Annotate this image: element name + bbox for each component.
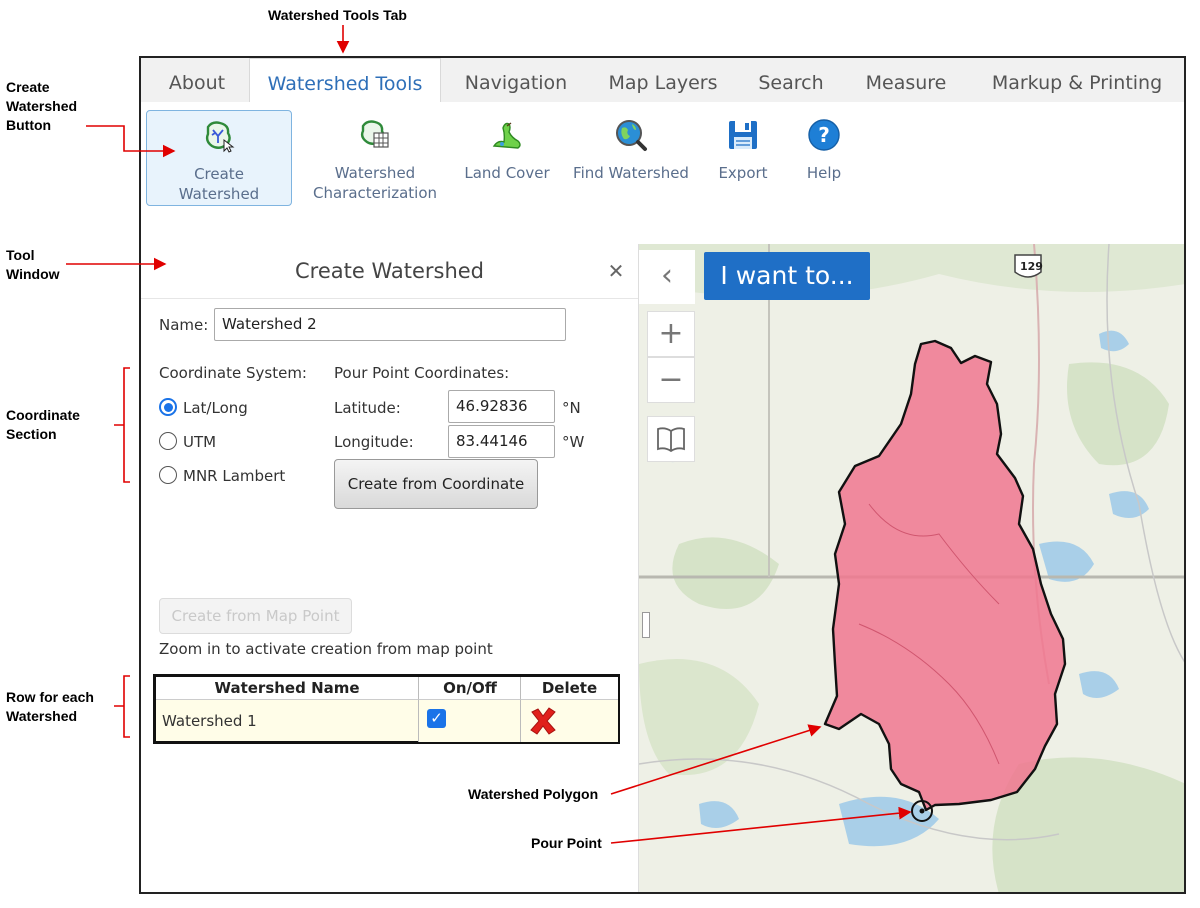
land-cover-label: Land Cover	[464, 164, 550, 182]
name-field[interactable]: Watershed 2	[214, 308, 566, 341]
help-icon: ?	[808, 119, 840, 151]
watershed-table: Watershed Name On/Off Delete Watershed 1…	[153, 674, 620, 744]
globe-search-icon	[616, 120, 647, 151]
callout-coord-line1: Coordinate	[6, 407, 80, 423]
tool-ribbon: Create Watershed Watershed Characterizat…	[141, 102, 1184, 245]
create-watershed-icon	[205, 121, 235, 153]
pour-point-label: Pour Point Coordinates:	[334, 364, 510, 382]
name-label: Name:	[159, 316, 209, 334]
callout-pour-point: Pour Point	[531, 835, 602, 851]
callout-polygon: Watershed Polygon	[468, 786, 599, 802]
close-icon[interactable]: ✕	[603, 256, 629, 286]
onoff-cell: ✓	[418, 699, 521, 742]
callout-create-button: Create Watershed Button	[6, 78, 77, 135]
callout-row-line2: Watershed	[6, 708, 78, 724]
resize-handle[interactable]	[642, 612, 650, 638]
create-from-coordinate-button[interactable]: Create from Coordinate	[334, 459, 538, 509]
zoom-in-button[interactable]: +	[647, 311, 695, 357]
app-frame: About Watershed Tools Navigation Map Lay…	[139, 56, 1186, 894]
radio-lat-long[interactable]	[159, 398, 177, 416]
callout-tool-line1: Tool	[6, 247, 35, 263]
radio-lat-long-label: Lat/Long	[183, 399, 248, 417]
save-icon	[729, 121, 757, 149]
longitude-field[interactable]: 83.44146	[448, 425, 555, 458]
callout-row-line1: Row for each	[6, 689, 94, 705]
create-watershed-button[interactable]: Create Watershed	[146, 110, 292, 206]
highway-shield-label: 129	[1020, 260, 1043, 273]
plus-icon: +	[658, 316, 684, 351]
bookmarks-button[interactable]	[647, 416, 695, 462]
create-watershed-line1: Create	[194, 165, 244, 183]
coordinate-system-label: Coordinate System:	[159, 364, 307, 382]
help-button[interactable]: ? Help	[791, 110, 857, 206]
characterization-icon	[360, 120, 389, 148]
col-header-onoff: On/Off	[418, 677, 521, 699]
delete-cell	[520, 699, 618, 742]
collapse-panel-button[interactable]: ‹	[639, 250, 695, 304]
callout-create-line2: Watershed	[6, 98, 78, 114]
help-label: Help	[806, 164, 842, 182]
tab-measure[interactable]: Measure	[853, 58, 959, 102]
callout-coord-line2: Section	[6, 426, 57, 442]
longitude-unit: °W	[562, 433, 585, 451]
tool-window-title: Create Watershed	[141, 244, 638, 299]
latitude-label: Latitude:	[334, 399, 401, 417]
tab-watershed-tools[interactable]: Watershed Tools	[249, 58, 441, 103]
radio-mnr-lambert-label: MNR Lambert	[183, 467, 286, 485]
create-from-map-point-button[interactable]: Create from Map Point	[159, 598, 352, 634]
i-want-to-button[interactable]: I want to...	[704, 252, 870, 300]
longitude-label: Longitude:	[334, 433, 414, 451]
export-button[interactable]: Export	[707, 110, 779, 206]
checkbox-on[interactable]: ✓	[427, 709, 446, 728]
callout-coordinate: Coordinate Section	[6, 406, 80, 444]
callout-row: Row for each Watershed	[6, 688, 94, 726]
callout-create-line3: Button	[6, 117, 52, 133]
radio-utm[interactable]	[159, 432, 177, 450]
zoom-out-button[interactable]: −	[647, 357, 695, 403]
land-cover-button[interactable]: Land Cover	[459, 110, 555, 206]
tab-search[interactable]: Search	[747, 58, 835, 102]
chevron-left-icon: ‹	[661, 258, 673, 293]
export-label: Export	[718, 164, 768, 182]
callout-tool-window: Tool Window	[6, 246, 60, 284]
tab-navigation[interactable]: Navigation	[447, 58, 585, 102]
radio-mnr-lambert[interactable]	[159, 466, 177, 484]
characterization-line2: Characterization	[312, 184, 438, 202]
callout-tabs: Watershed Tools Tab	[268, 7, 407, 23]
latitude-field[interactable]: 46.92836	[448, 390, 555, 423]
delete-icon[interactable]	[528, 706, 558, 736]
basemap	[639, 244, 1184, 892]
map-view[interactable]: 129 ‹ I want to... + −	[639, 244, 1184, 892]
tab-markup-printing[interactable]: Markup & Printing	[977, 58, 1177, 102]
find-watershed-button[interactable]: Find Watershed	[569, 110, 693, 206]
find-watershed-label: Find Watershed	[573, 164, 689, 182]
minus-icon: −	[658, 362, 684, 397]
callout-tool-line2: Window	[6, 266, 60, 282]
tab-map-layers[interactable]: Map Layers	[593, 58, 733, 102]
svg-text:?: ?	[818, 123, 830, 147]
watershed-name-cell: Watershed 1	[156, 699, 418, 741]
create-watershed-line2: Watershed	[178, 185, 260, 203]
radio-utm-label: UTM	[183, 433, 217, 451]
callout-create-line1: Create	[6, 79, 50, 95]
col-header-name: Watershed Name	[156, 677, 418, 699]
zoom-hint: Zoom in to activate creation from map po…	[159, 640, 493, 658]
latitude-unit: °N	[562, 399, 581, 417]
watershed-characterization-button[interactable]: Watershed Characterization	[305, 110, 445, 206]
characterization-line1: Watershed	[334, 164, 416, 182]
land-cover-icon	[492, 122, 521, 149]
tab-about[interactable]: About	[149, 58, 245, 102]
col-header-delete: Delete	[520, 677, 618, 699]
book-icon	[657, 427, 685, 453]
tab-bar: About Watershed Tools Navigation Map Lay…	[141, 58, 1184, 103]
